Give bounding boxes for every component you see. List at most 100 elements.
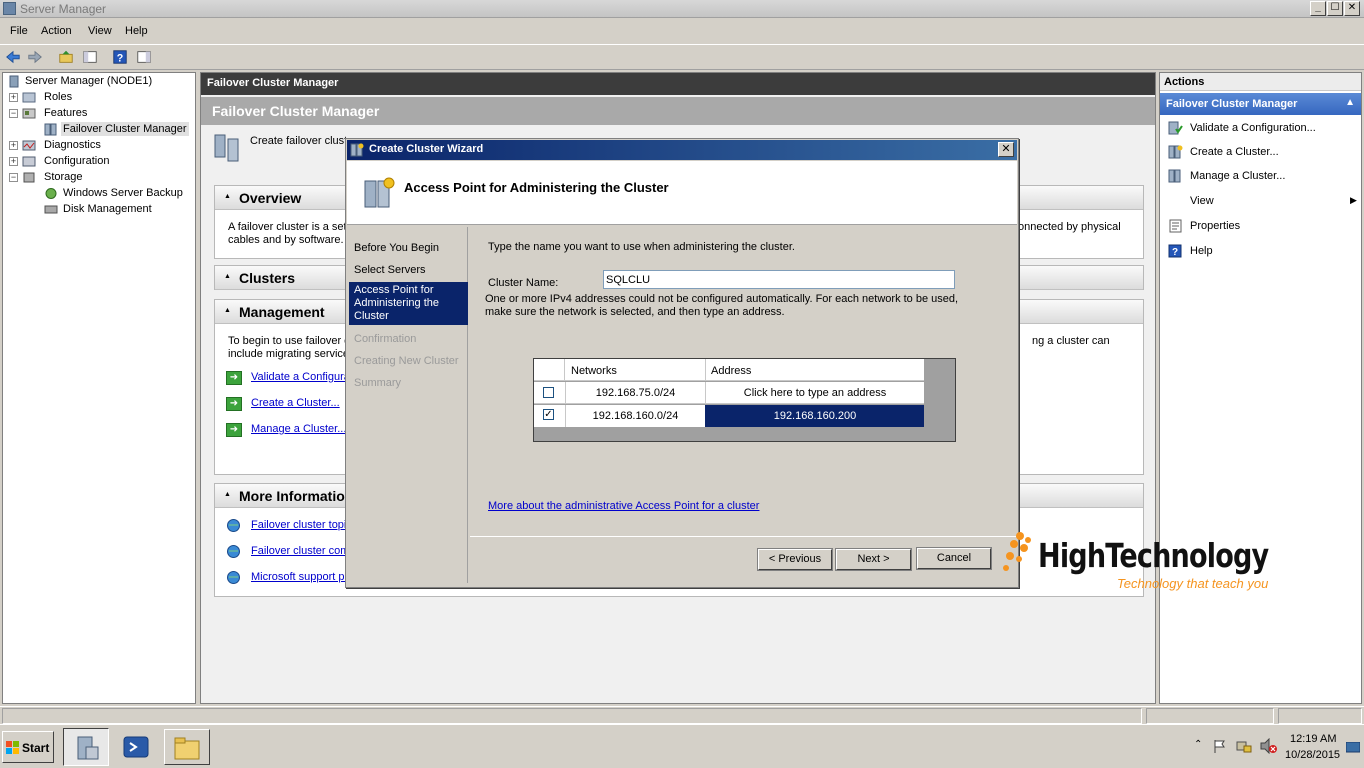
action-view[interactable]: View <box>1190 195 1214 207</box>
minimize-button[interactable]: _ <box>1310 1 1326 16</box>
validate-icon <box>1168 121 1183 135</box>
table-row[interactable]: ✓ 192.168.160.0/24 192.168.160.200 <box>534 405 924 427</box>
show-hidden-icons-icon[interactable]: ⌃ <box>1194 739 1202 750</box>
expand-roles-icon[interactable]: + <box>9 93 18 102</box>
tree-item-failover-cluster-manager[interactable]: Failover Cluster Manager <box>61 122 189 136</box>
taskbar: Start ⌃ 12:19 AM 10/28/2015 <box>0 724 1364 768</box>
cluster-servers-icon <box>364 177 395 208</box>
tree-item-features[interactable]: Features <box>44 107 87 119</box>
action-manage-cluster[interactable]: Manage a Cluster... <box>1190 170 1285 182</box>
tree-item-configuration[interactable]: Configuration <box>44 155 109 167</box>
actions-subheader-label: Failover Cluster Manager <box>1166 98 1298 110</box>
taskbar-powershell-button[interactable] <box>116 730 156 764</box>
web-link-icon <box>227 545 240 558</box>
cluster-name-label: Cluster Name: <box>488 277 559 289</box>
start-label: Start <box>22 741 50 755</box>
step-confirmation: Confirmation <box>354 333 417 345</box>
row-address[interactable]: 192.168.160.200 <box>706 410 924 422</box>
failover-topics-link[interactable]: Failover cluster topic <box>251 519 352 531</box>
configuration-icon <box>22 156 36 167</box>
up-folder-icon[interactable] <box>57 48 75 66</box>
table-row[interactable]: 192.168.75.0/24 Click here to type an ad… <box>534 382 924 404</box>
show-hide-tree-icon[interactable] <box>81 48 99 66</box>
step-before-you-begin[interactable]: Before You Begin <box>354 242 439 254</box>
collapse-features-icon[interactable]: − <box>9 109 18 118</box>
previous-button[interactable]: < Previous <box>757 548 833 571</box>
overview-text-1b: onnected by physical <box>1018 221 1121 233</box>
collapse-up-icon[interactable]: ▲ <box>1345 97 1355 108</box>
validate-configuration-link[interactable]: Validate a Configura <box>251 371 350 383</box>
expand-diagnostics-icon[interactable]: + <box>9 141 18 150</box>
tree-item-disk-management[interactable]: Disk Management <box>63 203 152 215</box>
step-access-point[interactable]: Access Point for Administering the Clust… <box>349 282 468 325</box>
expand-configuration-icon[interactable]: + <box>9 157 18 166</box>
disk-icon <box>44 205 58 214</box>
tree-item-windows-server-backup[interactable]: Windows Server Backup <box>63 187 183 199</box>
next-button[interactable]: Next > <box>835 548 912 571</box>
properties-icon <box>1169 219 1182 233</box>
menu-help[interactable]: Help <box>125 25 148 37</box>
header-networks[interactable]: Networks <box>571 365 617 377</box>
actions-pane: Actions Failover Cluster Manager ▲ Valid… <box>1159 72 1362 704</box>
storage-icon <box>23 172 35 183</box>
step-select-servers[interactable]: Select Servers <box>354 264 426 276</box>
action-create-cluster[interactable]: Create a Cluster... <box>1190 146 1279 158</box>
create-cluster-link[interactable]: Create a Cluster... <box>251 397 340 409</box>
menu-action[interactable]: Action <box>41 25 72 37</box>
failover-community-link[interactable]: Failover cluster com <box>251 545 349 557</box>
backup-icon <box>45 188 57 199</box>
row-checkbox[interactable] <box>543 387 554 398</box>
header-divider <box>705 359 706 381</box>
dialog-close-button[interactable]: ✕ <box>998 142 1014 157</box>
taskbar-explorer-button[interactable] <box>164 729 210 765</box>
center-title-band: Failover Cluster Manager <box>201 97 1155 125</box>
management-text-2: include migrating service <box>228 348 350 360</box>
clock-date: 10/28/2015 <box>1285 749 1341 761</box>
actions-subheader[interactable]: Failover Cluster Manager ▲ <box>1160 93 1361 115</box>
management-text-1: To begin to use failover c <box>228 335 350 347</box>
microsoft-support-link[interactable]: Microsoft support pa <box>251 571 351 583</box>
more-about-access-point-link[interactable]: More about the administrative Access Poi… <box>488 500 759 512</box>
volume-muted-icon[interactable] <box>1260 738 1278 754</box>
action-properties[interactable]: Properties <box>1190 220 1240 232</box>
close-button[interactable]: ✕ <box>1344 1 1360 16</box>
tree-item-diagnostics[interactable]: Diagnostics <box>44 139 101 151</box>
svg-text:?: ? <box>117 52 124 64</box>
row-checkbox-checked[interactable]: ✓ <box>543 409 554 420</box>
maximize-button[interactable]: ☐ <box>1327 1 1343 16</box>
manage-cluster-link[interactable]: Manage a Cluster... <box>251 423 346 435</box>
cluster-name-input[interactable] <box>603 270 955 289</box>
tree-item-roles[interactable]: Roles <box>44 91 72 103</box>
header-address[interactable]: Address <box>711 365 751 377</box>
failover-cluster-icon <box>44 123 57 136</box>
back-arrow-icon[interactable] <box>4 48 22 66</box>
menu-file[interactable]: File <box>10 25 28 37</box>
help-icon[interactable]: ? <box>111 48 129 66</box>
show-desktop-icon[interactable] <box>1346 742 1360 754</box>
cancel-button[interactable]: Cancel <box>916 547 992 570</box>
start-button[interactable]: Start <box>2 731 54 763</box>
taskbar-server-manager-button[interactable] <box>63 728 109 766</box>
tree-item-storage[interactable]: Storage <box>44 171 83 183</box>
menu-bar: File Action View Help <box>0 22 1364 42</box>
action-center-flag-icon[interactable] <box>1212 738 1228 754</box>
table-header-row: Networks Address <box>534 359 924 381</box>
show-hide-action-pane-icon[interactable] <box>135 48 153 66</box>
status-panel-main <box>2 708 1142 724</box>
row-address[interactable]: Click here to type an address <box>706 387 924 399</box>
status-bar <box>0 706 1364 724</box>
forward-arrow-icon[interactable] <box>26 48 44 66</box>
network-icon[interactable] <box>1236 738 1252 754</box>
step-summary: Summary <box>354 377 402 389</box>
action-validate-configuration[interactable]: Validate a Configuration... <box>1190 122 1316 134</box>
diagnostics-icon <box>22 140 36 151</box>
collapse-storage-icon[interactable]: − <box>9 173 18 182</box>
actions-header: Actions <box>1160 73 1361 91</box>
create-cluster-icon <box>1168 145 1183 159</box>
menu-view[interactable]: View <box>88 25 112 37</box>
tree-item-server-manager[interactable]: Server Manager (NODE1) <box>25 75 152 87</box>
intro-text: Create failover clust <box>250 135 348 147</box>
features-icon <box>22 108 36 119</box>
action-help[interactable]: Help <box>1190 245 1213 257</box>
web-link-icon <box>227 519 240 532</box>
